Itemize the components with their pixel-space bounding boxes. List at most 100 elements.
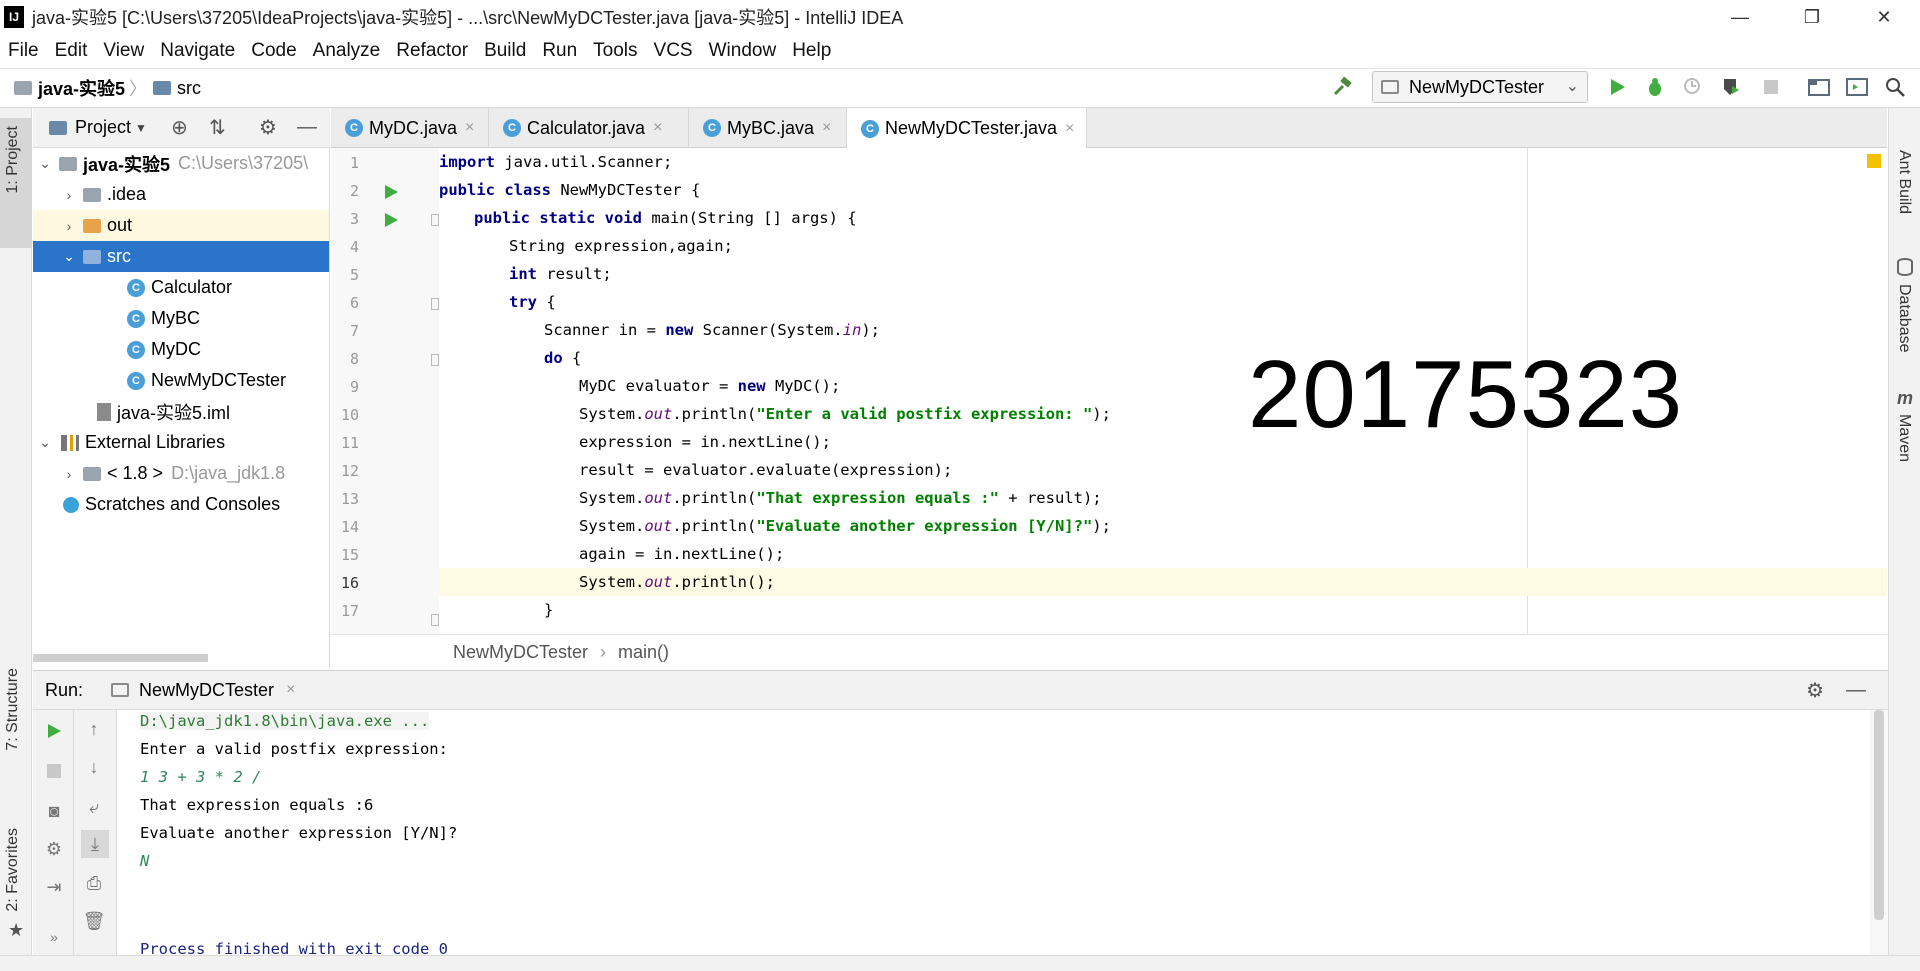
restore-button[interactable]: ❐ xyxy=(1776,0,1848,34)
breadcrumb-project[interactable]: java-实验5 xyxy=(38,75,125,101)
console-line: Process finished with exit code 0 xyxy=(140,940,448,955)
line-number: 4 xyxy=(349,238,359,256)
tool-tab-database[interactable]: Database xyxy=(1895,284,1913,353)
tab-mybc[interactable]: C MyBC.java × xyxy=(689,108,847,148)
console-output[interactable]: D:\java_jdk1.8\bin\java.exe ... Enter a … xyxy=(118,710,1870,955)
terminal-window-icon[interactable] xyxy=(1846,76,1868,98)
tool-tab-maven[interactable]: Maven xyxy=(1895,414,1913,462)
tree-item-jdk[interactable]: › < 1.8 > D:\java_jdk1.8 xyxy=(33,458,329,489)
tree-item-iml[interactable]: java-实验5.iml xyxy=(33,396,329,427)
project-structure-icon[interactable] xyxy=(1808,76,1830,98)
expand-arrow-icon[interactable]: › xyxy=(61,218,77,234)
debug-bug-icon[interactable] xyxy=(1644,76,1666,98)
menu-analyze[interactable]: Analyze xyxy=(313,40,381,62)
minimize-button[interactable]: — xyxy=(1704,0,1776,34)
menu-window[interactable]: Window xyxy=(709,40,777,62)
close-tab-icon[interactable]: × xyxy=(653,119,662,137)
locate-target-icon[interactable]: ⊕ xyxy=(171,115,188,140)
settings-gear-icon[interactable]: ⚙ xyxy=(259,115,277,140)
run-tab-label[interactable]: NewMyDCTester xyxy=(139,680,274,701)
more-icon[interactable]: » xyxy=(43,926,65,948)
expand-arrow-icon[interactable]: ⌄ xyxy=(61,248,77,265)
tree-item-scratches[interactable]: Scratches and Consoles xyxy=(33,489,329,520)
tool-tab-favorites[interactable]: 2: Favorites xyxy=(4,828,22,912)
stop-icon[interactable] xyxy=(1760,76,1782,98)
tree-label: NewMyDCTester xyxy=(151,370,287,390)
menu-refactor[interactable]: Refactor xyxy=(396,40,468,62)
trash-icon[interactable]: 🗑 xyxy=(83,910,106,932)
tree-item-idea[interactable]: › .idea xyxy=(33,179,329,210)
close-tab-icon[interactable]: × xyxy=(1065,120,1074,138)
soft-wrap-icon[interactable]: ⤶ xyxy=(83,796,105,818)
java-class-icon: C xyxy=(127,309,145,328)
menu-run[interactable]: Run xyxy=(542,40,577,62)
expand-arrow-icon[interactable]: ⌄ xyxy=(37,155,53,172)
search-icon[interactable] xyxy=(1884,76,1906,98)
scroll-to-end-icon[interactable]: ⤓ xyxy=(81,830,109,858)
expand-arrow-icon[interactable]: › xyxy=(61,466,77,482)
tree-item-out[interactable]: › out xyxy=(33,210,329,241)
tool-tab-structure[interactable]: 7: Structure xyxy=(4,668,22,751)
rerun-icon[interactable] xyxy=(43,720,65,742)
camera-icon[interactable]: ◙ xyxy=(43,800,65,822)
close-window-button[interactable]: ✕ xyxy=(1848,0,1920,34)
tool-tab-ant-build[interactable]: Ant Build xyxy=(1895,150,1913,214)
close-run-tab-icon[interactable]: × xyxy=(286,681,295,699)
crumb-method[interactable]: main() xyxy=(618,642,669,663)
login-icon[interactable]: ⇥ xyxy=(43,876,65,898)
crumb-class[interactable]: NewMyDCTester xyxy=(453,642,588,663)
tab-calculator[interactable]: C Calculator.java × xyxy=(489,108,689,148)
run-configuration-select[interactable]: NewMyDCTester ⌄ xyxy=(1372,71,1588,103)
menu-edit[interactable]: Edit xyxy=(55,40,88,62)
console-scrollbar[interactable] xyxy=(1874,710,1884,920)
project-view-select[interactable]: Project xyxy=(75,117,131,138)
tab-mydc[interactable]: C MyDC.java × xyxy=(331,108,489,148)
expand-arrow-icon[interactable]: ⌄ xyxy=(37,434,53,451)
fold-icon[interactable] xyxy=(431,614,439,626)
coverage-icon[interactable] xyxy=(1682,76,1704,98)
menu-code[interactable]: Code xyxy=(251,40,296,62)
horizontal-scrollbar[interactable] xyxy=(33,654,208,662)
build-hammer-icon[interactable] xyxy=(1332,76,1354,98)
tree-item-newmydctester[interactable]: C NewMyDCTester xyxy=(33,365,329,396)
menu-help[interactable]: Help xyxy=(792,40,831,62)
fold-icon[interactable] xyxy=(431,298,439,310)
tree-item-root[interactable]: ⌄ java-实验5 C:\Users\37205\ xyxy=(33,148,329,179)
project-panel-header: Project ▼ ⊕ ⇅ ⚙ — xyxy=(33,108,330,148)
tab-newmydctester[interactable]: C NewMyDCTester.java × xyxy=(847,108,1087,149)
line-number: 9 xyxy=(349,378,359,396)
menu-navigate[interactable]: Navigate xyxy=(160,40,235,62)
collapse-all-icon[interactable]: ⇅ xyxy=(209,115,226,140)
settings-restore-icon[interactable]: ⚙ xyxy=(43,838,65,860)
menu-file[interactable]: File xyxy=(8,40,39,62)
tree-item-calculator[interactable]: C Calculator xyxy=(33,272,329,303)
close-tab-icon[interactable]: × xyxy=(822,119,831,137)
console-user-input: N xyxy=(140,852,150,870)
tree-item-mydc[interactable]: C MyDC xyxy=(33,334,329,365)
menu-vcs[interactable]: VCS xyxy=(654,40,693,62)
menu-view[interactable]: View xyxy=(103,40,144,62)
settings-gear-icon[interactable]: ⚙ xyxy=(1806,678,1824,703)
menu-tools[interactable]: Tools xyxy=(593,40,637,62)
breadcrumb-src[interactable]: src xyxy=(177,78,201,99)
tree-label: java-实验5.iml xyxy=(117,402,231,423)
print-icon[interactable]: ⎙ xyxy=(83,872,105,894)
tree-item-external-libraries[interactable]: ⌄ External Libraries xyxy=(33,427,329,458)
expand-arrow-icon[interactable]: › xyxy=(61,187,77,203)
run-class-icon[interactable] xyxy=(383,184,399,200)
menu-build[interactable]: Build xyxy=(484,40,526,62)
tool-tab-project[interactable]: 1: Project xyxy=(4,126,22,194)
arrow-down-icon[interactable]: ↓ xyxy=(83,756,105,778)
run-icon[interactable] xyxy=(1606,76,1628,98)
fold-icon[interactable] xyxy=(431,354,439,366)
hide-panel-icon[interactable]: — xyxy=(297,116,317,139)
run-main-icon[interactable] xyxy=(383,212,399,228)
stop-icon[interactable] xyxy=(43,760,65,782)
close-tab-icon[interactable]: × xyxy=(465,119,474,137)
fold-icon[interactable] xyxy=(431,214,439,226)
tree-item-src[interactable]: ⌄ src xyxy=(33,241,329,272)
profile-icon[interactable] xyxy=(1720,76,1742,98)
arrow-up-icon[interactable]: ↑ xyxy=(83,718,105,740)
tree-item-mybc[interactable]: C MyBC xyxy=(33,303,329,334)
hide-panel-icon[interactable]: — xyxy=(1846,679,1866,702)
